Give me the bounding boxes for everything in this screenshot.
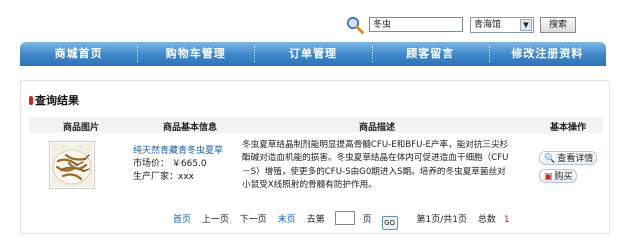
pager-total: 总数 1 <box>478 215 510 225</box>
nav-orders[interactable]: 订单管理 <box>254 42 371 66</box>
search-button[interactable]: 搜索 <box>540 17 576 33</box>
pager-next[interactable]: 下一页 <box>240 215 267 225</box>
pager-prev[interactable]: 上一页 <box>202 215 229 225</box>
pager-goto-prefix: 去第 <box>306 215 325 225</box>
pagination: 首页 上一页 下一页 末页 去第 页 GO 第1页/共1页 总数 1 <box>173 211 518 230</box>
col-header-image: 商品图片 <box>63 123 100 133</box>
panel-title: 查询结果 <box>29 92 79 108</box>
view-detail-label: 查看详情 <box>557 154 594 164</box>
view-detail-button[interactable]: 🔍 查看详情 <box>539 151 597 165</box>
main-nav: 商城首页 购物车管理 订单管理 顾客留言 修改注册资料 <box>20 42 606 66</box>
product-price: 市场价： ￥665.0 <box>133 159 207 169</box>
col-header-description: 商品描述 <box>359 123 396 133</box>
page-number-input[interactable] <box>334 211 355 225</box>
chevron-down-icon[interactable]: ▼ <box>520 19 532 31</box>
buy-button[interactable]: ▣ 购买 <box>539 169 577 183</box>
pager-total-label: 总数 <box>477 215 496 225</box>
pager-total-value: 1 <box>503 215 510 225</box>
pager-goto-suffix: 页 <box>362 215 372 225</box>
buy-label: 购买 <box>554 172 573 182</box>
col-header-actions: 基本操作 <box>550 123 587 133</box>
bullet-icon <box>29 96 33 105</box>
pager-goto: 去第 页 GO <box>306 211 406 230</box>
nav-cart[interactable]: 购物车管理 <box>137 42 254 66</box>
col-header-info: 商品基本信息 <box>163 123 218 133</box>
search-input[interactable]: 冬虫 <box>369 17 463 32</box>
nav-profile[interactable]: 修改注册资料 <box>488 42 606 66</box>
product-info: 纯天然青藏青冬虫夏草 市场价： ￥665.0 生产厂家：xxx <box>133 145 223 184</box>
table-row: 纯天然青藏青冬虫夏草 市场价： ￥665.0 生产厂家：xxx 冬虫夏草结晶制剂… <box>29 135 603 203</box>
result-panel: 查询结果 商品图片 商品基本信息 商品描述 基本操作 纯天然青藏青冬虫夏草 市场… <box>20 80 610 234</box>
pager-status: 第1页/共1页 <box>416 215 467 225</box>
product-name-link[interactable]: 纯天然青藏青冬虫夏草 <box>133 145 223 158</box>
store-select[interactable]: 青海馆 ▼ <box>470 17 534 33</box>
pager-last[interactable]: 末页 <box>278 215 296 225</box>
product-image[interactable] <box>49 141 95 189</box>
nav-messages[interactable]: 顾客留言 <box>371 42 489 66</box>
cordyceps-image <box>51 143 93 187</box>
product-maker: 生产厂家：xxx <box>133 172 194 182</box>
product-description: 冬虫夏草结晶制剂能明显提高骨髓CFU-E和BFU-E产率，能对抗三尖杉酯碱对造血… <box>242 140 509 191</box>
cart-icon: ▣ <box>544 172 553 182</box>
table-header: 商品图片 商品基本信息 商品描述 基本操作 <box>29 117 603 133</box>
nav-home[interactable]: 商城首页 <box>20 42 137 66</box>
panel-title-text: 查询结果 <box>35 94 79 107</box>
go-button[interactable]: GO <box>381 216 398 230</box>
search-icon[interactable] <box>346 16 364 34</box>
magnifier-icon: 🔍 <box>544 154 556 164</box>
store-select-value: 青海馆 <box>474 20 502 30</box>
top-search-bar: 冬虫 青海馆 ▼ 搜索 <box>0 0 620 40</box>
pager-first[interactable]: 首页 <box>173 215 191 225</box>
